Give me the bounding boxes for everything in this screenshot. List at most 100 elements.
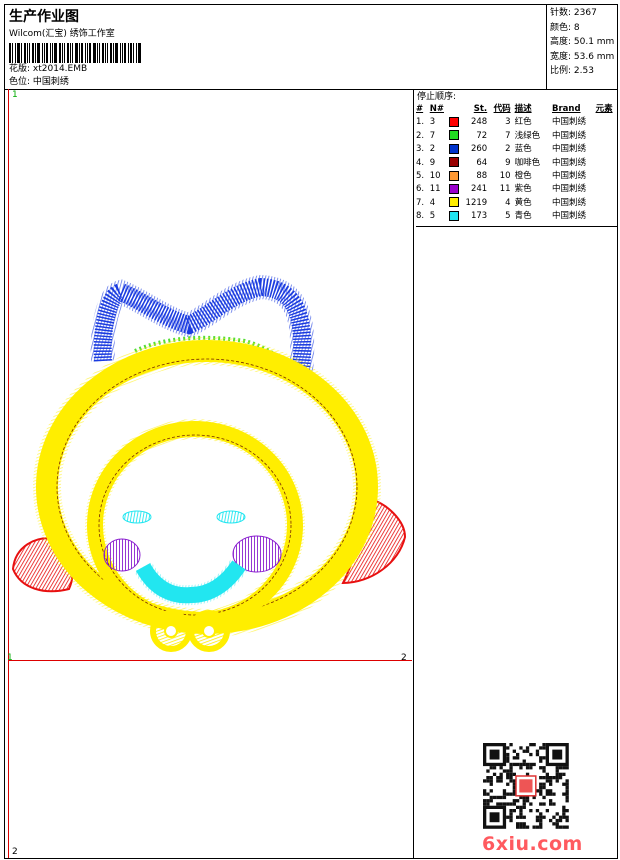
row-description: 橙色 [514, 171, 532, 182]
row-index: 5. [416, 171, 425, 182]
row-stitches: 72 [476, 130, 488, 141]
right-eye [216, 510, 246, 524]
header-code: 代码 [493, 104, 511, 114]
color-row: 7. 4 1219 4 黄色 中国刺绣 [416, 197, 617, 210]
row-brand: 中国刺绣 [552, 171, 587, 182]
row-number: 10 [429, 171, 441, 182]
embroidery-design [11, 274, 407, 652]
stat-ratio: 比例: 2.53 [550, 66, 594, 76]
color-row: 2. 7 72 7 浅绿色 中国刺绣 [416, 130, 617, 143]
row-description: 青色 [514, 211, 532, 222]
row-number: 5 [429, 211, 436, 222]
row-element [596, 170, 617, 183]
row-brand: 中国刺绣 [552, 144, 587, 155]
barcode [9, 43, 144, 63]
row-swatch [449, 170, 463, 183]
row-description: 紫色 [514, 184, 532, 195]
color-row: 1. 3 248 3 红色 中国刺绣 [416, 116, 617, 129]
row-swatch [449, 183, 463, 196]
stat-colors: 颜色: 8 [550, 22, 580, 33]
row-brand: 中国刺绣 [552, 130, 587, 141]
colorway-row: 色位: 中国刺绣 [9, 76, 144, 89]
color-row: 8. 5 173 5 青色 中国刺绣 [416, 210, 617, 223]
color-row: 5. 10 88 10 橙色 中国刺绣 [416, 170, 617, 183]
row-code: 3 [505, 117, 511, 128]
page-title: 生产作业图 [9, 9, 79, 25]
row-code: 9 [505, 157, 511, 168]
row-code: 7 [505, 130, 511, 141]
row-brand: 中国刺绣 [552, 184, 587, 195]
color-swatch [449, 210, 460, 221]
row-index: 8. [416, 211, 425, 222]
stat-stitches: 针数: 2367 [550, 8, 597, 18]
design-value: xt2014.EMB [32, 64, 88, 74]
row-element [596, 116, 617, 129]
row-description: 黄色 [514, 197, 532, 208]
color-swatch [449, 143, 460, 154]
row-description: 咖啡色 [514, 157, 541, 168]
stat-width: 宽度: 53.6 mm [550, 51, 615, 62]
row-stitches: 241 [470, 184, 488, 195]
header-element: 元素 [595, 104, 613, 114]
header-description: 描述 [514, 104, 532, 114]
row-number: 3 [429, 117, 436, 128]
row-element [596, 210, 617, 223]
row-swatch [449, 210, 463, 223]
left-eye [122, 510, 152, 524]
row-element [596, 183, 617, 196]
color-swatch [449, 170, 460, 181]
row-brand: 中国刺绣 [552, 197, 587, 208]
row-stitches: 1219 [465, 197, 488, 208]
row-stitches: 248 [470, 117, 488, 128]
row-brand: 中国刺绣 [552, 211, 587, 222]
row-description: 红色 [514, 117, 532, 128]
left-blush [103, 538, 141, 572]
row-stitches: 88 [476, 171, 488, 182]
row-code: 11 [499, 184, 511, 195]
row-code: 2 [505, 144, 511, 155]
row-swatch [449, 157, 463, 170]
row-number: 9 [429, 157, 436, 168]
color-swatch [449, 197, 460, 208]
color-swatch [449, 157, 460, 168]
row-stitches: 64 [476, 157, 488, 168]
row-element [596, 197, 617, 210]
row-number: 2 [429, 144, 436, 155]
watermark: 6xiu.com [482, 833, 583, 855]
row-stitches: 260 [470, 144, 488, 155]
header-swatch [449, 103, 463, 116]
row-index: 4. [416, 157, 425, 168]
row-code: 10 [499, 171, 511, 182]
row-stitches: 173 [470, 211, 488, 222]
color-table: # N# St. 代码 描述 Brand 元素 1. 3 248 3 红色 中国刺绣 2. 7… [416, 103, 617, 224]
row-code: 5 [505, 211, 511, 222]
row-index: 2. [416, 130, 425, 141]
color-swatch [449, 130, 460, 141]
design-stats: 针数: 2367 颜色: 8 高度: 50.1 mm 宽度: 53.6 mm 比… [550, 6, 614, 79]
row-index: 3. [416, 144, 425, 155]
color-table-header: # N# St. 代码 描述 Brand 元素 [416, 103, 617, 116]
colorway-value: 中国刺绣 [32, 77, 69, 87]
colorway-label: 色位: [9, 77, 31, 87]
design-canvas: 1 1 2 2 [5, 89, 414, 858]
row-element [596, 157, 617, 170]
color-row: 4. 9 64 9 咖啡色 中国刺绣 [416, 157, 617, 170]
row-index: 6. [416, 184, 425, 195]
row-swatch [449, 143, 463, 156]
header-brand: Brand [552, 104, 581, 114]
header-stitches: St. [473, 104, 488, 114]
row-number: 7 [429, 130, 436, 141]
table-divider [416, 226, 617, 227]
org-name: Wilcom(汇宝) 绣饰工作室 [9, 29, 115, 39]
row-description: 蓝色 [514, 144, 532, 155]
row-index: 1. [416, 117, 425, 128]
qr-code [483, 743, 569, 829]
header-index: # [416, 104, 424, 114]
stat-height: 高度: 50.1 mm [550, 37, 615, 47]
row-swatch [449, 197, 463, 210]
row-number: 4 [429, 197, 436, 208]
color-row: 6. 11 241 11 紫色 中国刺绣 [416, 183, 617, 196]
row-element [596, 143, 617, 156]
row-brand: 中国刺绣 [552, 157, 587, 168]
design-label: 花版: [9, 64, 31, 74]
